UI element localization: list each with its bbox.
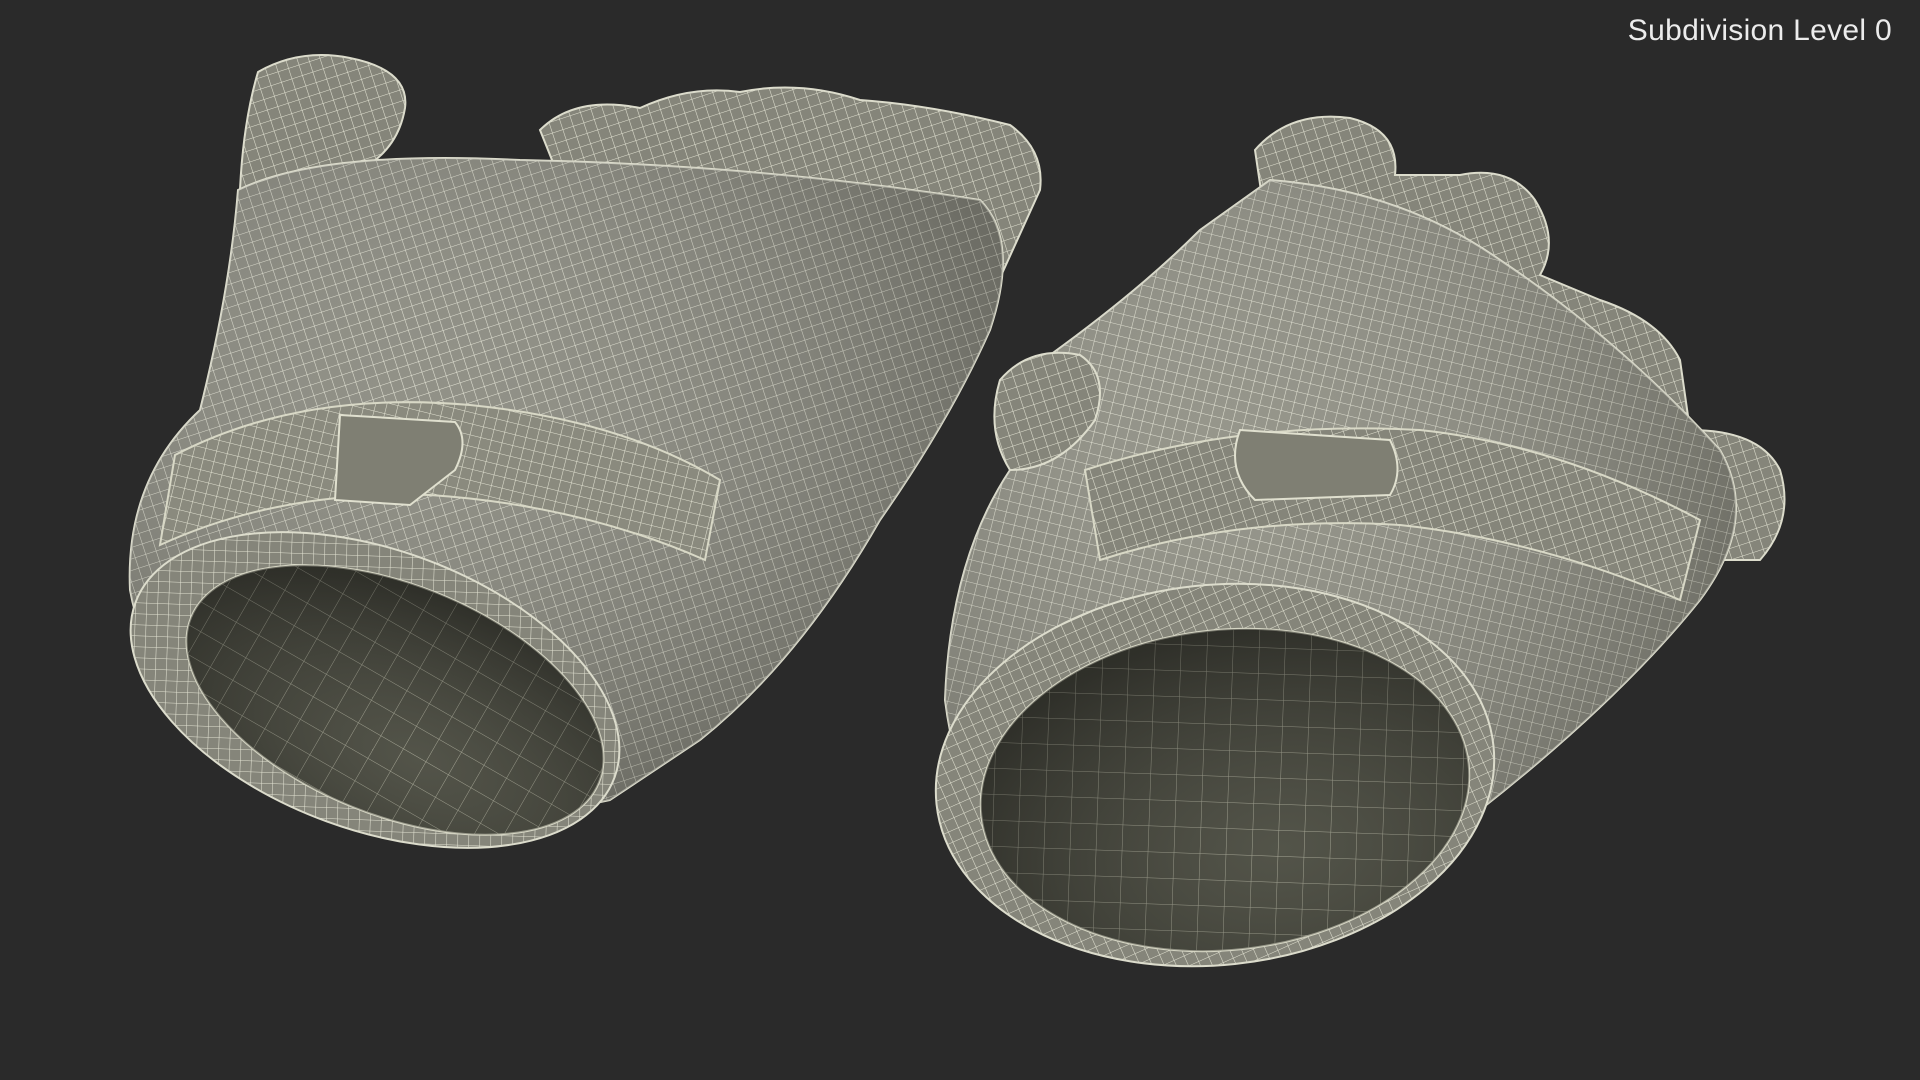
wireframe-scene (128, 54, 1786, 968)
right-glove-strap-tab (1234, 428, 1399, 502)
render-viewport: Subdivision Level 0 (0, 0, 1920, 1080)
subdivision-level-label: Subdivision Level 0 (1627, 14, 1892, 47)
right-glove (934, 115, 1786, 968)
left-glove (128, 54, 1042, 849)
